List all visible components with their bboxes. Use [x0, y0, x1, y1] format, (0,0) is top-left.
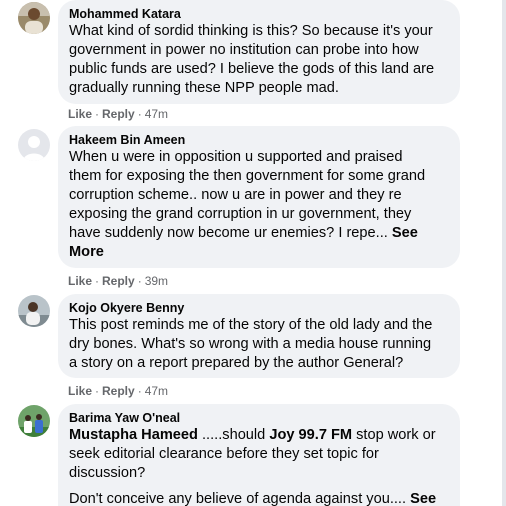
- comment-line: seek editorial clearance before they set…: [69, 446, 379, 462]
- comment-line: discussion?: [69, 465, 146, 481]
- comment-line: exposing the grand corruption in ur gove…: [69, 206, 412, 222]
- comment-actions: Like · Reply · 47m: [68, 383, 168, 399]
- like-link[interactable]: Like: [68, 274, 92, 288]
- comment-line-text: .....should: [197, 427, 270, 443]
- comment-bubble: Hakeem Bin Ameen When u were in oppositi…: [58, 126, 460, 268]
- comment-timestamp[interactable]: 47m: [145, 107, 168, 121]
- bold-text: Joy 99.7 FM: [269, 427, 353, 443]
- comment-author[interactable]: Mohammed Katara: [69, 6, 448, 22]
- comment-bubble: Mohammed Katara What kind of sordid thin…: [58, 0, 460, 104]
- comment-timestamp[interactable]: 47m: [145, 384, 168, 398]
- comment-line: When u were in opposition u supported an…: [69, 149, 403, 165]
- profile-photo-icon: [18, 405, 50, 437]
- reply-link[interactable]: Reply: [102, 107, 135, 121]
- comment-line: dry bones. What's so wrong with a media …: [69, 336, 432, 352]
- comment-line: gradually running these NPP people mad.: [69, 80, 339, 96]
- avatar[interactable]: [18, 129, 50, 161]
- comment-line-text: have suddenly now become ur enemies? I r…: [69, 225, 388, 241]
- like-link[interactable]: Like: [68, 107, 92, 121]
- separator: ·: [95, 274, 100, 288]
- comment-bubble: Barima Yaw O'neal Mustapha Hameed .....s…: [58, 404, 460, 506]
- comment-line: Mustapha Hameed .....should Joy 99.7 FM …: [69, 426, 448, 445]
- default-avatar-icon: [18, 129, 50, 161]
- comment-line: Don't conceive any believe of agenda aga…: [69, 490, 448, 506]
- separator: ·: [137, 384, 142, 398]
- separator: ·: [137, 107, 142, 121]
- like-link[interactable]: Like: [68, 384, 92, 398]
- comment-line: This post reminds me of the story of the…: [69, 317, 433, 333]
- comment-author[interactable]: Hakeem Bin Ameen: [69, 132, 448, 148]
- comment-timestamp[interactable]: 39m: [145, 274, 168, 288]
- comment-author[interactable]: Kojo Okyere Benny: [69, 300, 448, 316]
- profile-photo-icon: [18, 295, 50, 327]
- see-more-link[interactable]: See: [392, 225, 418, 241]
- comment-line-text: stop work or: [352, 427, 436, 443]
- separator: ·: [137, 274, 142, 288]
- separator: ·: [95, 384, 100, 398]
- reply-link[interactable]: Reply: [102, 384, 135, 398]
- comment-bubble: Kojo Okyere Benny This post reminds me o…: [58, 294, 460, 378]
- comment-text: What kind of sordid thinking is this? So…: [69, 22, 448, 98]
- comment-text: Mustapha Hameed .....should Joy 99.7 FM …: [69, 426, 448, 506]
- profile-photo-icon: [18, 2, 50, 34]
- comment-actions: Like · Reply · 39m: [68, 273, 168, 289]
- comments-feed: Mohammed Katara What kind of sordid thin…: [0, 0, 506, 506]
- comment-line: public funds are used? I believe the god…: [69, 61, 435, 77]
- avatar[interactable]: [18, 2, 50, 34]
- comment-line: a story on a report prepared by the auth…: [69, 355, 404, 371]
- comment-text: This post reminds me of the story of the…: [69, 316, 448, 373]
- see-more-link[interactable]: See: [410, 491, 436, 506]
- separator: ·: [95, 107, 100, 121]
- reply-link[interactable]: Reply: [102, 274, 135, 288]
- comment-line-text: Don't conceive any believe of agenda aga…: [69, 491, 407, 506]
- avatar[interactable]: [18, 405, 50, 437]
- comment-line: government in power no institution can p…: [69, 42, 419, 58]
- comment-line: What kind of sordid thinking is this? So…: [69, 23, 433, 39]
- comment-line: have suddenly now become ur enemies? I r…: [69, 224, 448, 243]
- comment-author[interactable]: Barima Yaw O'neal: [69, 410, 448, 426]
- comment-line: More: [69, 243, 448, 262]
- mention-link[interactable]: Mustapha Hameed: [69, 427, 198, 443]
- scrollbar-track[interactable]: [502, 0, 506, 506]
- avatar[interactable]: [18, 295, 50, 327]
- comment-line: corruption scheme.. now u are in power a…: [69, 187, 402, 203]
- comment-line: them for exposing the then government fo…: [69, 168, 426, 184]
- see-more-link[interactable]: More: [69, 244, 104, 260]
- comment-actions: Like · Reply · 47m: [68, 106, 168, 122]
- comment-text: When u were in opposition u supported an…: [69, 148, 448, 262]
